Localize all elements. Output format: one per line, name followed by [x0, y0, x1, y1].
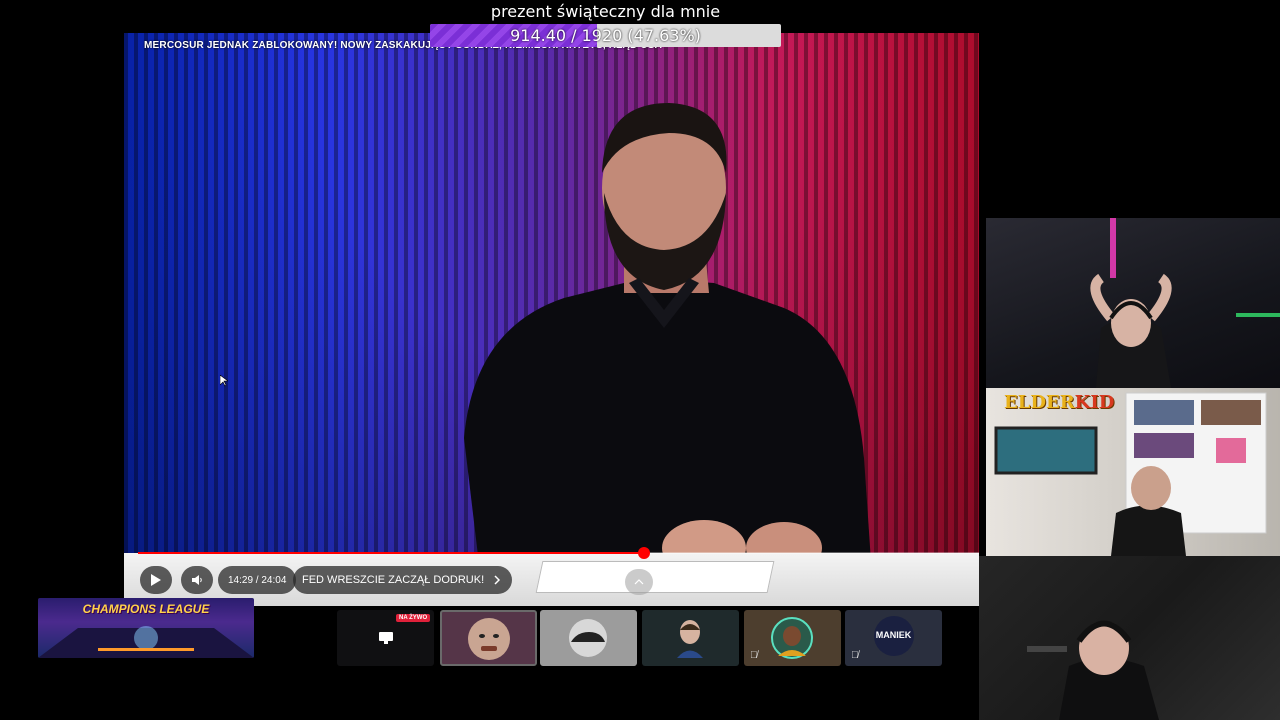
chapter-label: FED WRESZCIE ZACZĄŁ DODRUK! [302, 574, 485, 586]
participant-avatar-2 [569, 619, 607, 657]
participant-tile-1[interactable] [440, 610, 537, 666]
goal-progress-bar: 914.40 / 1920 (47.63%) [430, 24, 781, 47]
webcam-scene-1 [1090, 218, 1280, 388]
volume-button[interactable] [181, 566, 213, 594]
goal-title: prezent świąteczny dla mnie [490, 2, 721, 21]
participant-tile-live[interactable]: NA ŻYWO [337, 610, 434, 666]
play-icon [151, 574, 161, 586]
goal-progress-text: 914.40 / 1920 (47.63%) [510, 26, 701, 45]
play-button[interactable] [140, 566, 172, 594]
time-display: 14:29 / 24:04 [218, 566, 297, 594]
live-badge: NA ŻYWO [396, 614, 431, 622]
mic-muted-icon: 🎙̸ [750, 650, 758, 661]
webcam-streamer-1 [986, 218, 1280, 388]
participant-tile-2[interactable] [540, 610, 637, 666]
champions-league-banner: CHAMPIONS LEAGUE [38, 598, 254, 658]
video-progress-bar[interactable] [138, 547, 979, 559]
expand-button[interactable] [625, 569, 653, 595]
paper-sheet [535, 561, 775, 593]
mic-muted-icon: 🎙̸ [851, 650, 859, 661]
chevron-up-icon [634, 579, 644, 585]
presenter-figure [464, 103, 874, 606]
video-player[interactable]: MERCOSUR JEDNAK ZABLOKOWANY! NOWY ZASKAK… [124, 33, 979, 606]
participant-tile-3[interactable] [642, 610, 739, 666]
participant-avatar-3 [677, 620, 703, 658]
elder-logo: ELDERKID [1004, 392, 1115, 413]
participant-name-5: MANIEK [875, 630, 912, 640]
mouse-cursor-icon [220, 375, 228, 387]
participant-tile-4[interactable]: 🎙̸ [744, 610, 841, 666]
video-progress-knob[interactable] [638, 547, 650, 559]
chapter-button[interactable]: FED WRESZCIE ZACZĄŁ DODRUK! [293, 566, 513, 594]
champions-label: CHAMPIONS LEAGUE [82, 602, 210, 616]
webcam-scene-2 [994, 392, 1267, 556]
screen-share-icon [379, 632, 393, 644]
video-progress-fill [138, 552, 644, 554]
participant-tile-5[interactable]: MANIEK 🎙̸ [845, 610, 942, 666]
chevron-right-icon [494, 575, 501, 585]
webcam-scene-3 [1027, 620, 1159, 720]
volume-icon [192, 575, 202, 585]
participant-avatar-4 [771, 617, 813, 659]
participant-avatar-1 [468, 618, 510, 660]
webcam-streamer-3 [979, 556, 1280, 720]
webcam-streamer-2: ELDERKID [986, 388, 1280, 556]
